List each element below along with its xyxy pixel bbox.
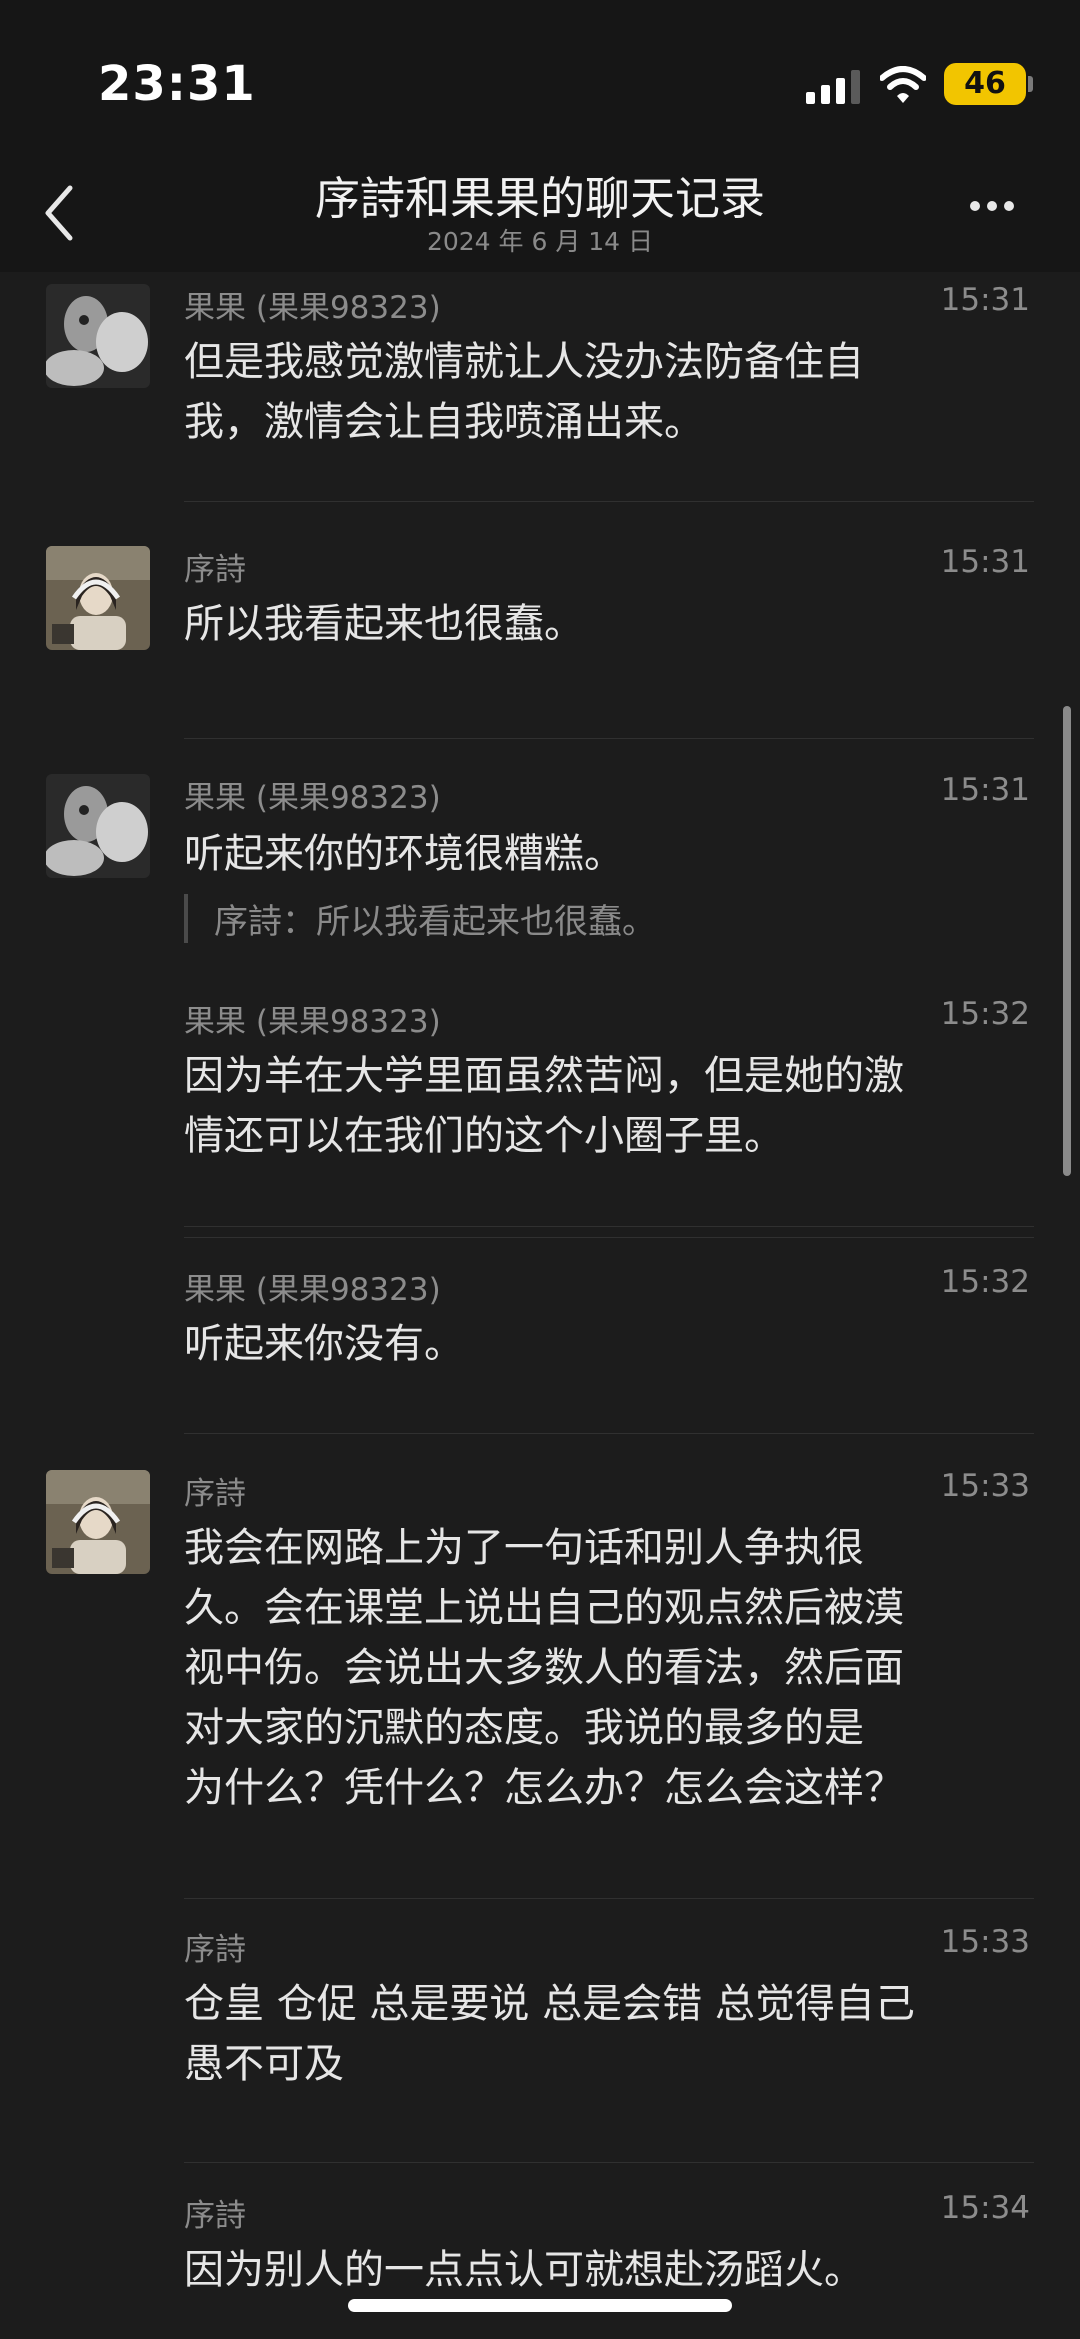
home-indicator[interactable] <box>348 2299 732 2312</box>
message-text: 但是我感觉激情就让人没办法防备住自 我，激情会让自我喷涌出来。 <box>184 332 1044 452</box>
message-text: 听起来你的环境很糟糕。 <box>184 824 1044 884</box>
message-line: 因为羊在大学里面虽然苦闷，但是她的激 <box>184 1053 904 1099</box>
message-text: 我会在网路上为了一句话和别人争执很 久。会在课堂上说出自己的观点然后被漠 视中伤… <box>184 1518 1044 1818</box>
chat-message: 序詩 15:33 仓皇 仓促 总是要说 总是会错 总觉得自己 愚不可及 <box>0 1898 1080 2164</box>
avatar-guoguo[interactable] <box>46 284 150 388</box>
chat-message: 果果 (果果98323) 15:31 但是我感觉激情就让人没办法防备住自 我，激… <box>0 272 1080 502</box>
battery-level: 46 <box>964 66 1006 101</box>
message-time: 15:31 <box>940 544 1030 580</box>
sender-name: 序詩 <box>184 2198 246 2234</box>
avatar-xushi[interactable] <box>46 546 150 650</box>
message-line: 愚不可及 <box>184 2041 344 2087</box>
message-line: 但是我感觉激情就让人没办法防备住自 <box>184 339 864 385</box>
message-text: 因为别人的一点点认可就想赴汤蹈火。 <box>184 2240 1044 2300</box>
page-subtitle-date: 2024 年 6 月 14 日 <box>426 227 654 256</box>
message-line: 因为别人的一点点认可就想赴汤蹈火。 <box>184 2247 864 2293</box>
message-time: 15:34 <box>940 2190 1030 2226</box>
page-title: 序詩和果果的聊天记录 <box>314 172 765 225</box>
sender-name: 序詩 <box>184 1476 246 1512</box>
more-options-icon[interactable] <box>970 196 1030 236</box>
message-line: 情还可以在我们的这个小圈子里。 <box>184 1113 784 1159</box>
message-time: 15:31 <box>940 772 1030 808</box>
sender-name: 果果 (果果98323) <box>184 290 441 326</box>
avatar-xushi[interactable] <box>46 1470 150 1574</box>
sender-name: 果果 (果果98323) <box>184 1004 441 1040</box>
chat-message: 果果 (果果98323) 15:32 听起来你没有。 <box>0 1238 1080 1434</box>
message-time: 15:32 <box>940 1264 1030 1300</box>
message-time: 15:31 <box>940 282 1030 318</box>
message-text: 仓皇 仓促 总是要说 总是会错 总觉得自己 愚不可及 <box>184 1974 1044 2094</box>
message-line: 久。会在课堂上说出自己的观点然后被漠 <box>184 1585 904 1631</box>
quoted-reply[interactable]: 序詩：所以我看起来也很蠢。 <box>184 894 656 943</box>
avatar-guoguo[interactable] <box>46 774 150 878</box>
message-line: 所以我看起来也很蠢。 <box>184 601 584 647</box>
sender-name: 果果 (果果98323) <box>184 1272 441 1308</box>
message-line: 为什么？凭什么？怎么办？怎么会这样？ <box>184 1765 904 1811</box>
message-line: 听起来你的环境很糟糕。 <box>184 831 624 877</box>
sender-name: 序詩 <box>184 552 246 588</box>
chat-message: 序詩 15:31 所以我看起来也很蠢。 <box>0 502 1080 739</box>
battery-icon: 46 <box>944 63 1026 105</box>
message-text: 因为羊在大学里面虽然苦闷，但是她的激 情还可以在我们的这个小圈子里。 <box>184 1046 1044 1166</box>
chat-message: 果果 (果果98323) 15:31 听起来你的环境很糟糕。 序詩：所以我看起来… <box>0 738 1080 1227</box>
message-line: 听起来你没有。 <box>184 1321 464 1367</box>
chat-message: 序詩 15:33 我会在网路上为了一句话和别人争执很 久。会在课堂上说出自己的观… <box>0 1434 1080 1899</box>
sender-name: 果果 (果果98323) <box>184 780 441 816</box>
battery-cap <box>1028 76 1033 92</box>
message-line: 仓皇 仓促 总是要说 总是会错 总觉得自己 <box>184 1981 915 2027</box>
message-text: 所以我看起来也很蠢。 <box>184 594 1044 654</box>
nav-bar: 序詩和果果的聊天记录 2024 年 6 月 14 日 <box>0 160 1080 272</box>
message-time: 15:33 <box>940 1924 1030 1960</box>
wifi-icon <box>880 66 926 103</box>
sender-name: 序詩 <box>184 1932 246 1968</box>
message-time: 15:32 <box>940 996 1030 1032</box>
status-time: 23:31 <box>98 56 256 112</box>
cellular-signal-icon <box>806 70 860 104</box>
message-text: 听起来你没有。 <box>184 1314 1044 1374</box>
status-bar: 23:31 46 <box>0 0 1080 160</box>
message-line: 对大家的沉默的态度。我说的最多的是 <box>184 1705 864 1751</box>
message-line: 视中伤。会说出大多数人的看法，然后面 <box>184 1645 904 1691</box>
message-line: 我会在网路上为了一句话和别人争执很 <box>184 1525 864 1571</box>
message-time: 15:33 <box>940 1468 1030 1504</box>
message-line: 我，激情会让自我喷涌出来。 <box>184 399 704 445</box>
scrollbar[interactable] <box>1063 706 1071 1176</box>
chat-message: 果果 (果果98323) 15:32 因为羊在大学里面虽然苦闷，但是她的激 情还… <box>0 970 1080 1238</box>
